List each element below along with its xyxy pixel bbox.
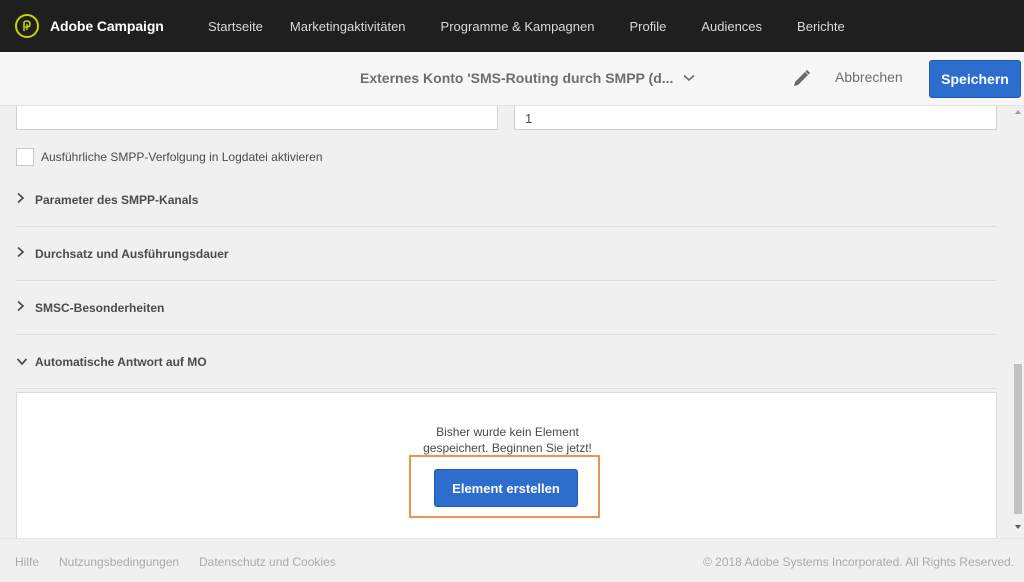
page-footer: Hilfe Nutzungsbedingungen Datenschutz un… [0,538,1024,582]
vertical-scrollbar[interactable] [1012,106,1024,538]
footer-link-privacy[interactable]: Datenschutz und Cookies [199,555,336,569]
nav-item-profile[interactable]: Profile [629,19,666,34]
chevron-right-icon [16,245,30,263]
create-element-button[interactable]: Element erstellen [434,469,578,507]
smpp-trace-checkbox[interactable] [16,148,34,166]
chevron-down-icon [683,69,695,87]
smpp-trace-checkbox-label: Ausführliche SMPP-Verfolgung in Logdatei… [41,150,323,164]
nav-item-programme-kampagnen[interactable]: Programme & Kampagnen [441,19,595,34]
chevron-right-icon [16,299,30,317]
form-content: 1 Ausführliche SMPP-Verfolgung in Logdat… [0,106,1012,538]
cancel-button[interactable]: Abbrechen [835,69,903,85]
scrollbar-thumb[interactable] [1014,364,1022,514]
chevron-right-icon [16,191,30,209]
section-label: Automatische Antwort auf MO [35,354,207,369]
section-smpp-channel-parameters[interactable]: Parameter des SMPP-Kanals [16,173,997,227]
field-right-input[interactable]: 1 [514,106,997,130]
auto-reply-empty-panel: Bisher wurde kein Element gespeichert. B… [16,392,997,538]
empty-state-line-2: gespeichert. Beginnen Sie jetzt! [423,441,592,455]
section-label: SMSC-Besonderheiten [35,300,165,315]
adobe-campaign-logo-icon [15,14,39,38]
nav-item-startseite[interactable]: Startseite [208,19,263,34]
nav-item-audiences[interactable]: Audiences [701,19,762,34]
section-auto-reply-mo[interactable]: Automatische Antwort auf MO [16,335,997,389]
brand[interactable]: Adobe Campaign [15,14,208,38]
nav-item-berichte[interactable]: Berichte [797,19,845,34]
smpp-trace-checkbox-row[interactable]: Ausführliche SMPP-Verfolgung in Logdatei… [16,148,323,166]
pencil-icon[interactable] [790,68,812,95]
scroll-up-arrow-icon[interactable] [1015,110,1021,114]
section-smsc-specifics[interactable]: SMSC-Besonderheiten [16,281,997,335]
save-button[interactable]: Speichern [929,60,1021,98]
page-title: Externes Konto 'SMS-Routing durch SMPP (… [360,70,674,86]
page-header: Externes Konto 'SMS-Routing durch SMPP (… [0,52,1024,106]
field-left-input[interactable] [16,106,498,130]
section-label: Durchsatz und Ausführungsdauer [35,246,229,261]
footer-link-help[interactable]: Hilfe [15,555,39,569]
section-label: Parameter des SMPP-Kanals [35,192,199,207]
page-title-dropdown[interactable]: Externes Konto 'SMS-Routing durch SMPP (… [360,69,695,87]
empty-state-line-1: Bisher wurde kein Element [436,425,579,439]
empty-state-message: Bisher wurde kein Element gespeichert. B… [17,424,998,456]
nav-item-marketingaktivitaeten[interactable]: Marketingaktivitäten [290,19,406,34]
section-throughput-duration[interactable]: Durchsatz und Ausführungsdauer [16,227,997,281]
footer-link-terms[interactable]: Nutzungsbedingungen [59,555,179,569]
app-name: Adobe Campaign [50,18,164,34]
copyright-text: © 2018 Adobe Systems Incorporated. All R… [702,555,1014,569]
top-navigation-bar: Adobe Campaign Startseite Marketingaktiv… [0,0,1024,52]
scroll-down-arrow-icon[interactable] [1015,525,1021,529]
chevron-down-icon [16,353,30,371]
